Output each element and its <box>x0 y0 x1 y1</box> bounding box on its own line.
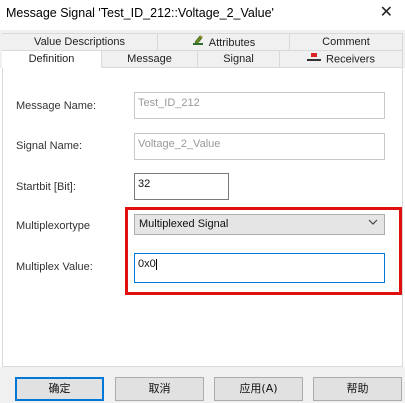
message-name-label: Message Name: <box>16 100 97 112</box>
receivers-icon <box>307 51 322 67</box>
signal-name-field[interactable]: Voltage_2_Value <box>134 133 385 160</box>
multiplexortype-dropdown[interactable]: Multiplexed Signal <box>134 214 385 235</box>
startbit-field[interactable]: 32 <box>134 173 229 200</box>
multiplex-value-text: 0x0 <box>138 258 156 270</box>
tab-label: Value Descriptions <box>34 36 125 48</box>
button-bar: 确定 取消 应用(A) 帮助 <box>0 367 405 403</box>
tab-label: Definition <box>28 53 75 65</box>
tab-message[interactable]: Message <box>102 50 198 67</box>
tab-comment[interactable]: Comment <box>290 33 403 50</box>
tab-definition[interactable]: Definition <box>2 50 102 68</box>
cancel-button[interactable]: 取消 <box>115 377 204 401</box>
signal-name-label: Signal Name: <box>16 140 83 152</box>
multiplex-value-field[interactable]: 0x0 <box>134 253 385 283</box>
tab-label: Signal <box>223 53 254 65</box>
text-caret <box>155 258 157 270</box>
title-bar: Message Signal 'Test_ID_212::Voltage_2_V… <box>0 0 405 30</box>
close-icon[interactable]: ✕ <box>380 4 393 22</box>
help-button[interactable]: 帮助 <box>313 377 402 401</box>
tab-receivers[interactable]: Receivers <box>280 50 403 67</box>
window-title: Message Signal 'Test_ID_212::Voltage_2_V… <box>6 6 274 20</box>
chevron-down-icon <box>368 217 378 230</box>
tab-value-descriptions[interactable]: Value Descriptions <box>2 33 158 50</box>
multiplexortype-label: Multiplexortype <box>16 220 90 232</box>
startbit-label: Startbit [Bit]: <box>16 181 76 193</box>
tab-label: Attributes <box>208 36 256 49</box>
tab-signal[interactable]: Signal <box>198 50 280 67</box>
pencil-icon <box>192 34 204 50</box>
apply-button[interactable]: 应用(A) <box>214 377 303 401</box>
tab-label: Message <box>127 53 172 65</box>
tab-label: Comment <box>322 36 370 48</box>
multiplex-value-label: Multiplex Value: <box>16 261 93 273</box>
tab-strip: Value Descriptions Attributes Comment De… <box>0 30 405 68</box>
message-name-field[interactable]: Test_ID_212 <box>134 92 385 119</box>
multiplexortype-value: Multiplexed Signal <box>139 218 229 230</box>
ok-button[interactable]: 确定 <box>15 377 104 401</box>
tab-label: Receivers <box>326 53 375 66</box>
tab-attributes[interactable]: Attributes <box>158 33 290 50</box>
